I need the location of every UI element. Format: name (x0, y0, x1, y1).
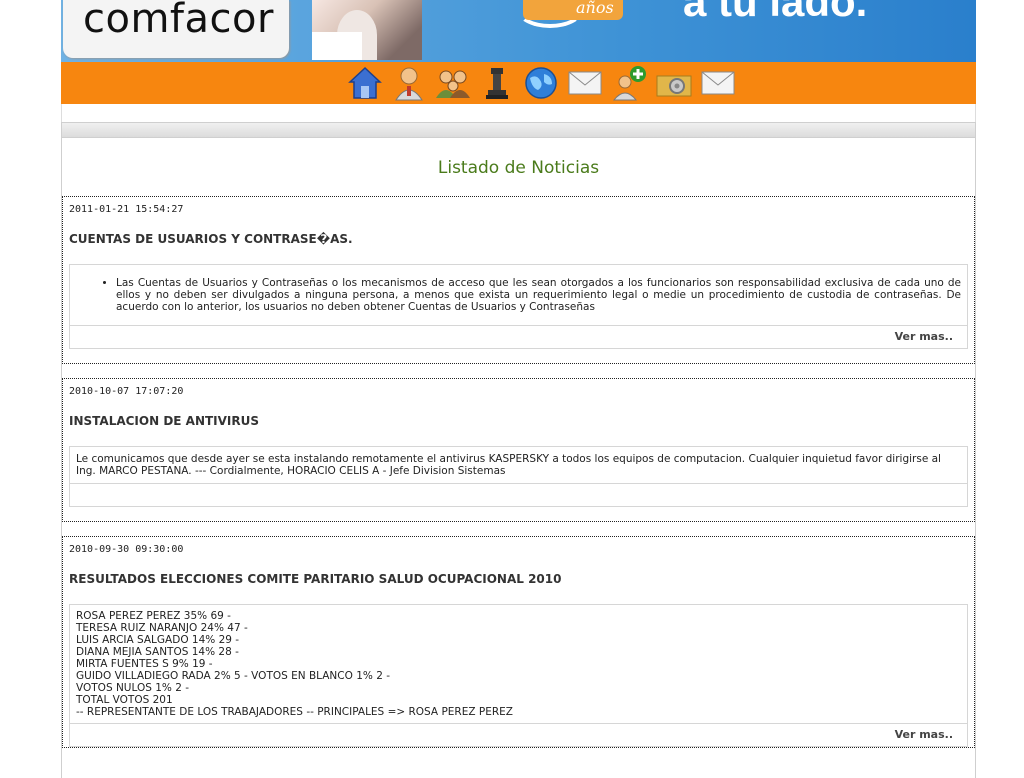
page-title: Listado de Noticias (437, 158, 600, 178)
settings-icon[interactable] (655, 64, 693, 102)
mail-icon[interactable] (566, 64, 604, 102)
header-banner: comfacor años a tu lado. (61, 0, 976, 62)
slogan: a tu lado. (683, 0, 868, 25)
result-line: DIANA MEJIA SANTOS 14% 28 - (76, 646, 239, 658)
logo[interactable]: comfacor (63, 0, 289, 58)
group-icon[interactable] (434, 64, 472, 102)
news-title: INSTALACION DE ANTIVIRUS (69, 414, 260, 428)
user-icon[interactable] (390, 64, 428, 102)
news-body-text: Le comunicamos que desde ayer se esta in… (76, 453, 941, 477)
news-title: RESULTADOS ELECCIONES COMITE PARITARIO S… (69, 572, 562, 586)
mail-icon[interactable] (699, 64, 737, 102)
section-bar (61, 122, 976, 138)
result-line: VOTOS NULOS 1% 2 - (76, 682, 190, 694)
main-content: Listado de Noticias 2011-01-21 15:54:27 … (61, 138, 976, 778)
news-title: CUENTAS DE USUARIOS Y CONTRASE�AS. (69, 232, 353, 246)
add-user-icon[interactable] (611, 64, 649, 102)
news-date: 2010-10-07 17:07:20 (69, 386, 184, 397)
spacer-strip (61, 104, 976, 122)
page-wrapper: comfacor años a tu lado. Listado de Noti… (61, 0, 976, 778)
ver-mas-link[interactable]: Ver mas.. (895, 728, 953, 741)
result-line: -- REPRESENTANTE DE LOS TRABAJADORES -- … (76, 706, 513, 718)
result-line: TERESA RUIZ NARANJO 24% 47 - (76, 622, 248, 634)
result-line: MIRTA FUENTES S 9% 19 - (76, 658, 213, 670)
home-icon[interactable] (346, 64, 384, 102)
result-line: LUIS ARCIA SALGADO 14% 29 - (76, 634, 240, 646)
news-item: 2011-01-21 15:54:27 CUENTAS DE USUARIOS … (62, 196, 975, 364)
ver-mas-link[interactable]: Ver mas.. (895, 330, 953, 343)
toolbar (61, 62, 976, 104)
chess-icon[interactable] (478, 64, 516, 102)
news-body: ROSA PEREZ PEREZ 35% 69 - TERESA RUIZ NA… (69, 604, 968, 724)
news-footer: Ver mas.. (69, 724, 968, 747)
globe-icon[interactable] (522, 64, 560, 102)
news-date: 2010-09-30 09:30:00 (69, 544, 184, 555)
result-line: ROSA PEREZ PEREZ 35% 69 - (76, 610, 231, 622)
news-footer: Ver mas.. (69, 326, 968, 349)
news-item: 2010-09-30 09:30:00 RESULTADOS ELECCIONE… (62, 536, 975, 748)
toolbar-icons (346, 64, 738, 102)
result-line: TOTAL VOTOS 201 (76, 694, 173, 706)
banner-photo (312, 0, 422, 60)
result-line: GUIDO VILLADIEGO RADA 2% 5 - VOTOS EN BL… (76, 670, 391, 682)
news-body-text: Las Cuentas de Usuarios y Contraseñas o … (116, 277, 961, 313)
news-body: Le comunicamos que desde ayer se esta in… (69, 446, 968, 484)
news-date: 2011-01-21 15:54:27 (69, 204, 184, 215)
news-footer (69, 484, 968, 507)
logo-text: comfacor (83, 0, 274, 42)
news-body: Las Cuentas de Usuarios y Contraseñas o … (69, 264, 968, 326)
news-item: 2010-10-07 17:07:20 INSTALACION DE ANTIV… (62, 378, 975, 522)
photo-book (312, 32, 362, 60)
anniversary-text: años (576, 0, 614, 17)
